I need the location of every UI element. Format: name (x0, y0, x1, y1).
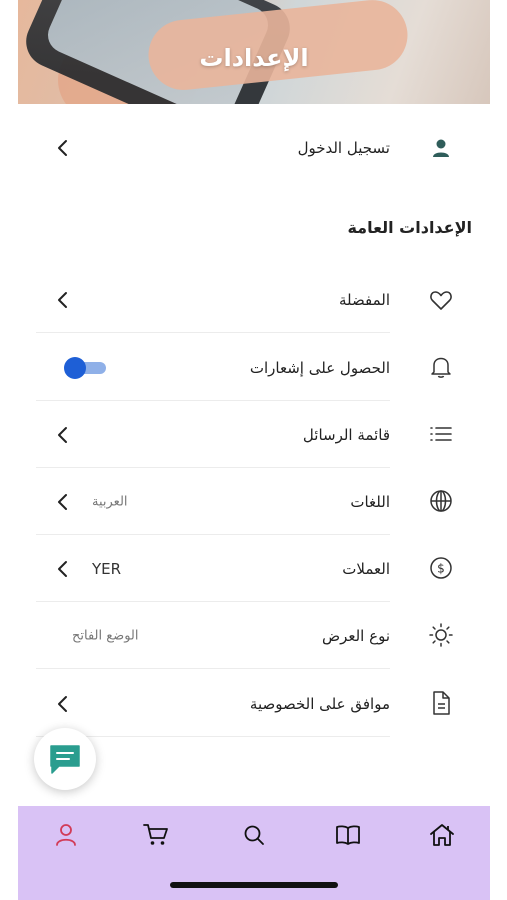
chevron-left-icon (58, 139, 67, 156)
search-icon (244, 825, 264, 845)
nav-catalog[interactable] (328, 820, 368, 850)
settings-screen: الإعدادات تسجيل الدخول الإعدادات العامة … (18, 0, 490, 900)
dollar-icon: $ (426, 553, 456, 583)
languages-row[interactable]: العربية اللغات (36, 468, 390, 535)
header-banner: الإعدادات (18, 0, 490, 104)
currencies-label: العملات (342, 559, 390, 578)
display-mode-label: نوع العرض (321, 626, 390, 645)
messages-row[interactable]: قائمة الرسائل (36, 401, 390, 468)
chevron-left-icon (58, 426, 67, 443)
home-icon (430, 824, 454, 846)
section-title-general: الإعدادات العامة (347, 218, 472, 237)
nav-search[interactable] (234, 820, 274, 850)
favorites-row[interactable]: المفضلة (36, 266, 390, 333)
chat-icon (50, 745, 80, 774)
chevron-left-icon (58, 695, 67, 712)
user-icon (56, 824, 76, 846)
book-icon (336, 825, 360, 845)
login-label: تسجيل الدخول (297, 138, 390, 157)
home-indicator[interactable] (170, 882, 338, 888)
bottom-navigation (18, 806, 490, 900)
nav-profile[interactable] (46, 820, 86, 850)
chat-button[interactable] (34, 728, 96, 790)
globe-icon (426, 486, 456, 516)
favorites-label: المفضلة (338, 290, 390, 309)
nav-home[interactable] (422, 820, 462, 850)
chevron-left-icon (58, 493, 67, 510)
user-icon (426, 133, 456, 163)
cart-icon (143, 824, 168, 845)
list-icon (426, 419, 456, 449)
svg-text:$: $ (437, 562, 445, 576)
sun-icon (426, 620, 456, 650)
notifications-label: الحصول على إشعارات (249, 358, 390, 377)
divider (36, 668, 390, 669)
language-value: العربية (92, 494, 128, 509)
privacy-row[interactable]: موافق على الخصوصية (36, 670, 390, 737)
display-mode-value: الوضع الفاتح (72, 628, 139, 643)
display-mode-row[interactable]: الوضع الفاتح نوع العرض (36, 602, 390, 669)
currencies-row[interactable]: YER العملات (36, 535, 390, 602)
chevron-left-icon (58, 560, 67, 577)
document-icon (426, 688, 456, 718)
privacy-label: موافق على الخصوصية (249, 694, 390, 713)
chevron-left-icon (58, 291, 67, 308)
toggle-knob (64, 356, 86, 379)
divider (36, 736, 390, 737)
messages-label: قائمة الرسائل (302, 425, 390, 444)
nav-cart[interactable] (136, 820, 176, 850)
heart-icon (426, 285, 456, 315)
languages-label: اللغات (350, 492, 390, 511)
divider (36, 332, 390, 333)
notifications-row: الحصول على إشعارات (36, 334, 390, 401)
page-title: الإعدادات (199, 44, 309, 72)
bell-icon (426, 352, 456, 382)
currency-value: YER (92, 559, 122, 578)
login-row[interactable]: تسجيل الدخول (36, 114, 390, 181)
notifications-toggle[interactable] (64, 356, 106, 379)
